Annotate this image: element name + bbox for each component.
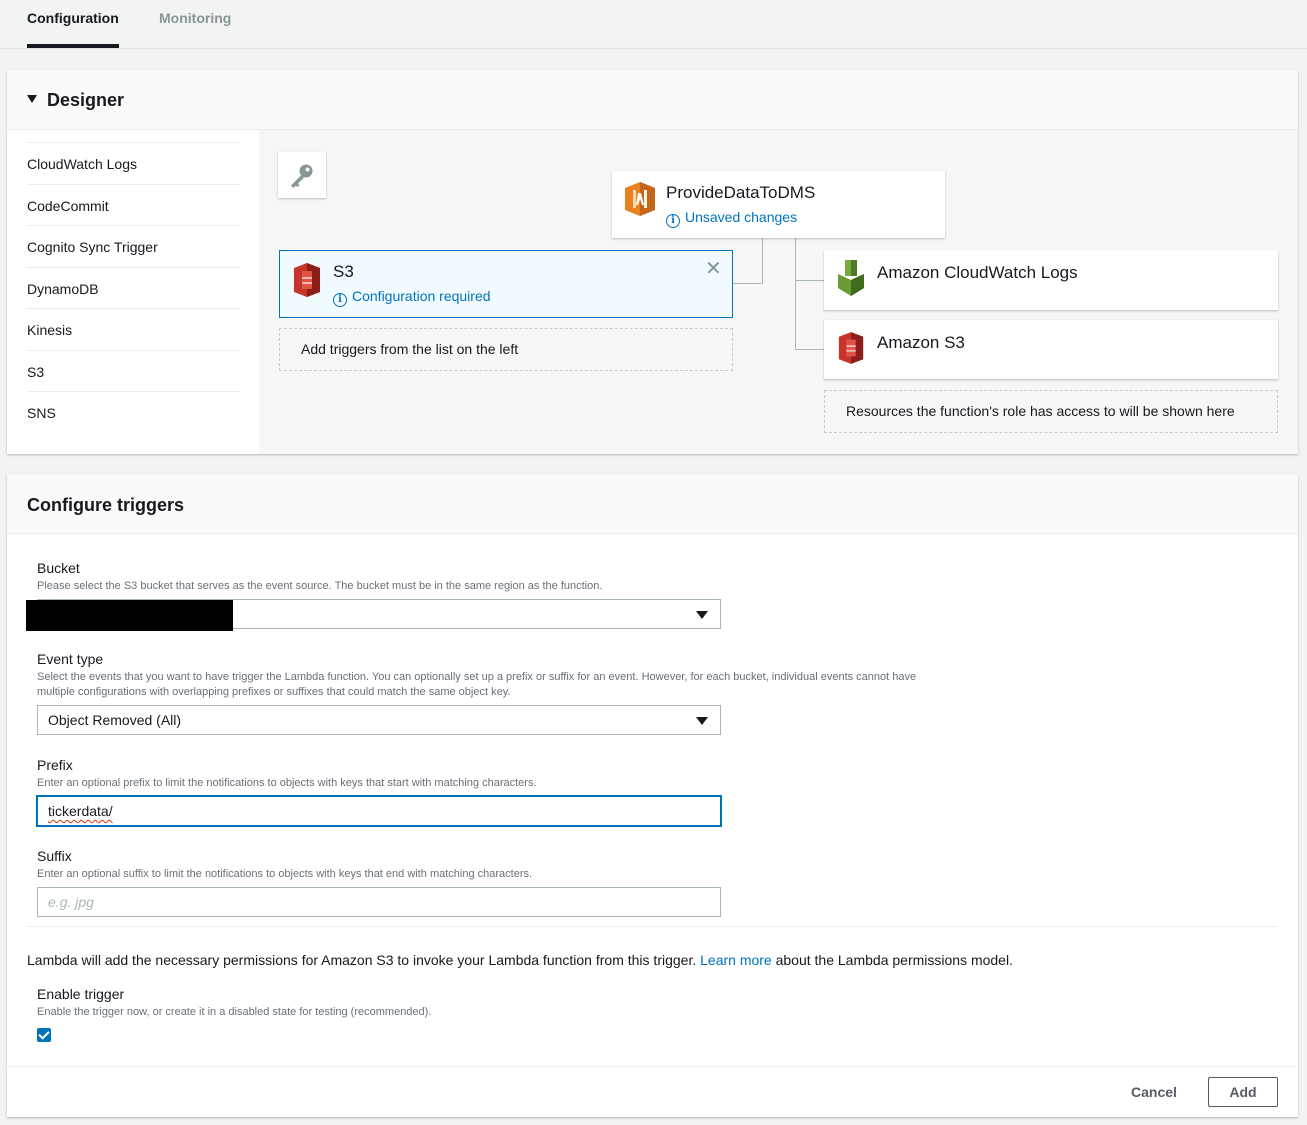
prefix-input-value: tickerdata/: [48, 803, 113, 819]
function-name: ProvideDataToDMS: [666, 183, 816, 202]
connector-line: [795, 238, 796, 350]
event-type-select-value: Object Removed (All): [48, 712, 182, 728]
designer-panel: Designer CloudWatch Logs CodeCommit Cogn…: [7, 70, 1298, 454]
event-type-select[interactable]: Object Removed (All): [37, 705, 721, 735]
trigger-list: CloudWatch Logs CodeCommit Cognito Sync …: [27, 142, 240, 433]
enable-trigger-label: Enable trigger: [37, 986, 125, 1002]
prefix-label: Prefix: [37, 757, 73, 773]
function-card[interactable]: ProvideDataToDMS i Unsaved changes: [612, 171, 945, 238]
resource-name: Amazon S3: [877, 333, 965, 352]
cloudwatch-logs-icon: [838, 260, 864, 296]
configure-triggers-panel: Configure triggers Bucket Please select …: [7, 474, 1298, 1117]
trigger-item-cloudwatch-logs[interactable]: CloudWatch Logs: [27, 142, 240, 184]
function-status: i Unsaved changes: [666, 209, 797, 228]
resource-card-cloudwatch[interactable]: Amazon CloudWatch Logs: [824, 250, 1278, 310]
s3-trigger-card[interactable]: S3 i Configuration required ✕: [279, 250, 733, 318]
caret-down-icon: [696, 611, 708, 619]
section-divider: [27, 926, 1278, 927]
trigger-item-cognito-sync[interactable]: Cognito Sync Trigger: [27, 225, 240, 267]
connector-line: [795, 280, 824, 281]
trigger-item-kinesis[interactable]: Kinesis: [27, 308, 240, 350]
s3-trigger-name: S3: [333, 262, 354, 281]
trigger-item-codecommit[interactable]: CodeCommit: [27, 183, 240, 226]
resource-card-s3[interactable]: Amazon S3: [824, 320, 1278, 379]
enable-trigger-description: Enable the trigger now, or create it in …: [37, 1006, 432, 1018]
role-key-button[interactable]: [278, 152, 326, 198]
bucket-label: Bucket: [37, 560, 80, 576]
suffix-description: Enter an optional suffix to limit the no…: [37, 868, 533, 880]
tab-bar: Configuration Monitoring: [0, 0, 1307, 49]
add-triggers-placeholder: Add triggers from the list on the left: [279, 328, 733, 371]
suffix-label: Suffix: [37, 848, 72, 864]
lambda-icon: [625, 182, 655, 216]
connector-line: [762, 238, 763, 284]
tab-monitoring[interactable]: Monitoring: [159, 10, 231, 26]
permissions-note: Lambda will add the necessary permission…: [27, 952, 1013, 968]
trigger-item-dynamodb[interactable]: DynamoDB: [27, 266, 240, 309]
info-icon: i: [666, 214, 680, 228]
resources-placeholder: Resources the function's role has access…: [824, 390, 1278, 433]
s3-trigger-status-text: Configuration required: [352, 288, 491, 304]
prefix-input[interactable]: tickerdata/: [37, 796, 721, 826]
trigger-item-sns[interactable]: SNS: [27, 391, 240, 433]
tab-configuration[interactable]: Configuration: [27, 10, 119, 26]
function-status-text: Unsaved changes: [685, 209, 798, 225]
add-button[interactable]: Add: [1208, 1077, 1278, 1107]
s3-trigger-status: i Configuration required: [333, 288, 491, 307]
panel-footer: Cancel Add: [7, 1066, 1298, 1117]
enable-trigger-checkbox[interactable]: [37, 1028, 51, 1042]
bucket-description: Please select the S3 bucket that serves …: [37, 580, 603, 592]
trigger-item-s3[interactable]: S3: [27, 349, 240, 392]
configure-triggers-title: Configure triggers: [27, 495, 185, 515]
event-type-description: Select the events that you want to have …: [37, 671, 917, 698]
key-icon: [291, 164, 313, 188]
connector-line: [733, 283, 763, 284]
s3-bucket-icon: [838, 332, 864, 364]
designer-header[interactable]: Designer: [7, 70, 1298, 130]
configure-triggers-header: Configure triggers: [7, 474, 1298, 534]
close-icon[interactable]: ✕: [705, 259, 722, 279]
permissions-note-text-end: about the Lambda permissions model.: [771, 952, 1013, 968]
caret-down-icon: [696, 717, 708, 725]
info-icon: i: [333, 293, 347, 307]
cancel-button[interactable]: Cancel: [1131, 1084, 1177, 1100]
permissions-note-text: Lambda will add the necessary permission…: [27, 952, 701, 968]
suffix-input-placeholder: e.g. jpg: [48, 894, 94, 910]
active-tab-indicator: [27, 44, 119, 48]
redacted-bucket-name: [26, 600, 233, 631]
collapse-triangle-icon[interactable]: [27, 95, 37, 103]
prefix-description: Enter an optional prefix to limit the no…: [37, 777, 537, 789]
suffix-input[interactable]: e.g. jpg: [37, 887, 721, 917]
learn-more-link[interactable]: Learn more: [700, 952, 772, 968]
connector-line: [795, 349, 824, 350]
event-type-label: Event type: [37, 651, 104, 667]
resource-name: Amazon CloudWatch Logs: [877, 263, 1078, 282]
s3-bucket-icon: [294, 263, 320, 297]
designer-title: Designer: [47, 90, 125, 110]
